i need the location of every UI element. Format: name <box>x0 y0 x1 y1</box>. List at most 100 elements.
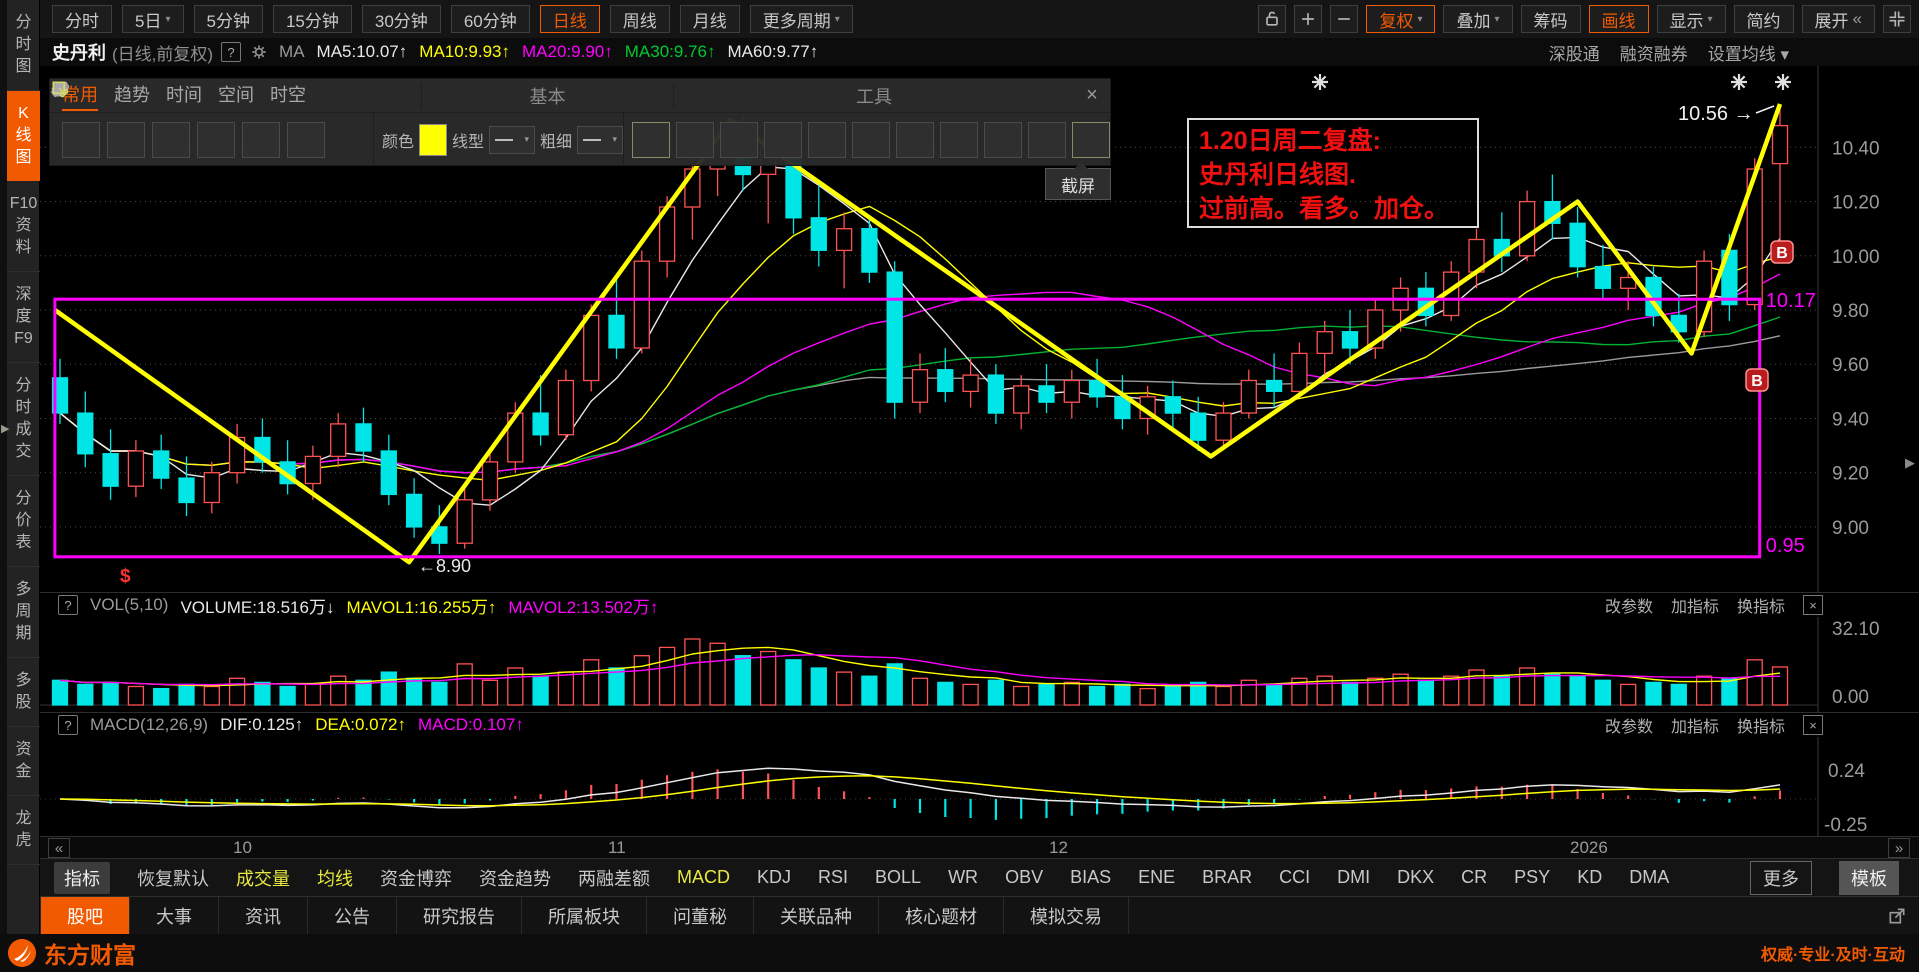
segment-tool-icon[interactable] <box>53 82 100 158</box>
panel-link-改参数[interactable]: 改参数 <box>1605 713 1653 737</box>
content-tab-大事[interactable]: 大事 <box>130 897 219 935</box>
arrow-down-tool-icon[interactable] <box>55 82 758 158</box>
close-icon[interactable]: × <box>1803 595 1823 615</box>
indicator-恢复默认[interactable]: 恢复默认 <box>137 865 209 891</box>
content-tab-关联品种[interactable]: 关联品种 <box>754 897 879 935</box>
sidebar-item-分时成交[interactable]: 分时成交 <box>7 363 40 476</box>
color-swatch[interactable] <box>418 123 447 156</box>
indicator-OBV[interactable]: OBV <box>1005 867 1043 888</box>
macd-histogram-chart[interactable]: 0.24 -0.25 <box>40 737 1919 837</box>
indicator-WR[interactable]: WR <box>948 867 978 888</box>
arrow-up-tool-icon[interactable] <box>55 82 714 158</box>
sidebar-item-分价表[interactable]: 分价表 <box>7 476 40 567</box>
indicator-DKX[interactable]: DKX <box>1397 867 1434 888</box>
expand-window-icon[interactable] <box>1887 897 1919 935</box>
indicator-MACD[interactable]: MACD <box>677 867 730 888</box>
period-button-分时[interactable]: 分时 <box>52 5 112 33</box>
indicator-ENE[interactable]: ENE <box>1138 867 1175 888</box>
sidebar-item-分时图[interactable]: 分时图 <box>7 0 40 91</box>
period-button-更多周期[interactable]: 更多周期 ▾ <box>749 5 853 33</box>
indicator-DMI[interactable]: DMI <box>1337 867 1370 888</box>
draw-tab-时空[interactable]: 时空 <box>270 81 306 111</box>
indicator-成交量[interactable]: 成交量 <box>236 865 290 891</box>
cursor-tool-icon[interactable] <box>55 81 670 158</box>
screenshot-tool-icon[interactable] <box>52 81 1110 158</box>
sidebar-item-多周期[interactable]: 多周期 <box>7 567 40 658</box>
info-link-深股通[interactable]: 深股通 <box>1549 40 1600 65</box>
help-icon[interactable]: ? <box>58 715 78 735</box>
indicator-CR[interactable]: CR <box>1461 867 1487 888</box>
indicator-模板[interactable]: 模板 <box>1839 860 1899 895</box>
content-tab-模拟交易[interactable]: 模拟交易 <box>1004 897 1129 935</box>
sidebar-item-F10资料[interactable]: F10 资料 <box>7 181 40 272</box>
cross-tool-icon[interactable] <box>53 82 325 158</box>
toolbar-button-筹码[interactable]: 筹码 <box>1520 5 1581 33</box>
main-chart-region[interactable]: 10.40 10.20 10.00 9.80 9.60 9.40 9.20 9.00 10.17… <box>40 66 1919 592</box>
hline-tool-icon[interactable] <box>53 88 280 158</box>
period-button-日线[interactable]: 日线 <box>539 5 600 33</box>
sidebar-item-龙虎[interactable]: 龙虎 <box>7 796 40 865</box>
toolbar-button-画线[interactable]: 画线 <box>1588 5 1649 33</box>
toolbar-button-显示[interactable]: 显示 ▾ <box>1656 5 1726 33</box>
scroll-left-icon[interactable]: « <box>48 838 70 858</box>
volume-bars-chart[interactable]: 32.10 0.00 <box>40 617 1919 713</box>
panel-link-加指标[interactable]: 加指标 <box>1671 713 1719 737</box>
period-button-周线[interactable]: 周线 <box>609 5 670 33</box>
indicator-两融差额[interactable]: 两融差额 <box>578 865 650 891</box>
period-button-月线[interactable]: 月线 <box>679 5 740 33</box>
toolbar-button-叠加[interactable]: 叠加 ▾ <box>1443 5 1513 33</box>
gear-icon[interactable] <box>249 42 269 62</box>
trash-tool-icon[interactable] <box>54 82 978 158</box>
sidebar-item-多股[interactable]: 多股 <box>7 658 40 727</box>
period-button-5日[interactable]: 5日 ▾ <box>122 5 184 33</box>
draw-tab-空间[interactable]: 空间 <box>218 81 254 111</box>
indicator-指标[interactable]: 指标 <box>54 861 110 894</box>
close-icon[interactable]: × <box>1803 715 1823 735</box>
period-button-15分钟[interactable]: 15分钟 <box>272 5 352 33</box>
scroll-right-icon[interactable]: » <box>1888 838 1910 858</box>
indicator-更多[interactable]: 更多 <box>1750 860 1812 895</box>
measure-tool-icon[interactable]: 123 <box>52 81 802 158</box>
indicator-BOLL[interactable]: BOLL <box>875 867 921 888</box>
content-tab-资讯[interactable]: 资讯 <box>219 897 308 935</box>
indicator-均线[interactable]: 均线 <box>317 865 353 891</box>
help-icon[interactable]: ? <box>58 595 78 615</box>
indicator-资金趋势[interactable]: 资金趋势 <box>479 865 551 891</box>
toolbar-button-复权[interactable]: 复权 ▾ <box>1366 5 1436 33</box>
ray-tool-icon[interactable] <box>52 81 190 158</box>
shrink-icon[interactable] <box>1883 5 1911 33</box>
indicator-RSI[interactable]: RSI <box>818 867 848 888</box>
text-tool-icon[interactable]: A <box>55 82 846 158</box>
sidebar-item-深度F9[interactable]: 深度 F9 <box>7 272 40 363</box>
eye-tool-icon[interactable] <box>51 83 1066 158</box>
indicator-BRAR[interactable]: BRAR <box>1202 867 1252 888</box>
indicator-KD[interactable]: KD <box>1577 867 1602 888</box>
lock-icon[interactable] <box>1258 5 1287 33</box>
sidebar-item-K线图[interactable]: K线图 <box>7 91 40 181</box>
content-tab-核心题材[interactable]: 核心题材 <box>879 897 1004 935</box>
linetype-dropdown[interactable]: ▾ <box>488 125 535 154</box>
sidebar-item-资金[interactable]: 资金 <box>7 727 40 796</box>
draw-tab-趋势[interactable]: 趋势 <box>114 81 150 111</box>
content-tab-公告[interactable]: 公告 <box>308 897 397 935</box>
indicator-资金博弈[interactable]: 资金博弈 <box>380 865 452 891</box>
panel-link-加指标[interactable]: 加指标 <box>1671 593 1719 617</box>
weight-dropdown[interactable]: ▾ <box>577 125 623 154</box>
toolbar-button-展开[interactable]: 展开 « <box>1801 5 1875 33</box>
right-panel-handle[interactable]: ▶ <box>1905 455 1915 471</box>
gear-tool-icon[interactable] <box>53 82 1022 158</box>
content-tab-研究报告[interactable]: 研究报告 <box>397 897 522 935</box>
plus-icon[interactable] <box>1294 5 1323 33</box>
panel-link-改参数[interactable]: 改参数 <box>1605 593 1653 617</box>
minus-icon[interactable] <box>1330 5 1359 33</box>
help-icon[interactable]: ? <box>221 42 242 62</box>
annotation-note[interactable]: 1.20日周二复盘: 史丹利日线图. 过前高。看多。加仓。 <box>1187 118 1479 228</box>
sidebar-collapse-handle[interactable]: ▶ <box>1 422 9 435</box>
indicator-CCI[interactable]: CCI <box>1279 867 1310 888</box>
arrow-line-tool-icon[interactable] <box>53 82 145 158</box>
indicator-PSY[interactable]: PSY <box>1514 867 1550 888</box>
indicator-KDJ[interactable]: KDJ <box>757 867 791 888</box>
eraser-tool-icon[interactable] <box>52 84 934 158</box>
content-tab-问董秘[interactable]: 问董秘 <box>647 897 754 935</box>
panel-link-换指标[interactable]: 换指标 <box>1737 593 1785 617</box>
